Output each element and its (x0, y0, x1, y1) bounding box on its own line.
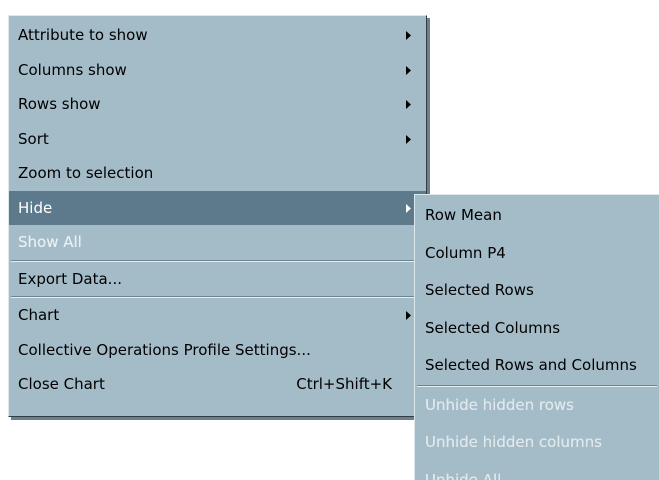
menu-item-label: Column P4 (425, 243, 506, 262)
submenu-item-unhide-hidden-rows[interactable]: Unhide hidden rows (415, 387, 659, 425)
menu-item-label: Unhide All (425, 470, 502, 480)
menu-item-columns-show[interactable]: Columns show (9, 53, 426, 88)
menu-item-hide[interactable]: Hide (9, 190, 426, 225)
menu-item-chart[interactable]: Chart (9, 298, 426, 333)
menu-item-label: Hide (18, 198, 53, 217)
submenu-item-unhide-all[interactable]: Unhide All (415, 462, 659, 480)
menu-item-label: Attribute to show (18, 26, 148, 44)
menu-item-label: Unhide hidden rows (425, 395, 574, 414)
menu-item-rows-show[interactable]: Rows show (9, 87, 426, 122)
menu-item-label: Zoom to selection (18, 164, 154, 182)
submenu-item-row-mean[interactable]: Row Mean (415, 197, 659, 235)
menu-item-label: Rows show (18, 95, 101, 113)
submenu-item-selected-columns[interactable]: Selected Columns (415, 310, 659, 348)
menu-item-collective-operations-profile-settings[interactable]: Collective Operations Profile Settings..… (9, 333, 426, 368)
keyboard-shortcut: Ctrl+Shift+K (296, 375, 392, 393)
hide-submenu: Row Mean Column P4 Selected Rows Selecte… (414, 194, 659, 480)
menu-item-close-chart[interactable]: Close Chart Ctrl+Shift+K (9, 367, 426, 402)
menu-item-label: Sort (18, 129, 49, 148)
menu-item-label: Close Chart (18, 375, 105, 393)
menu-item-label: Chart (18, 306, 60, 324)
submenu-item-selected-rows-and-columns[interactable]: Selected Rows and Columns (415, 347, 659, 385)
menu-item-label: Export Data... (18, 269, 122, 288)
screen: Attribute to show Columns show Rows show… (0, 0, 659, 480)
menu-item-label: Collective Operations Profile Settings..… (18, 340, 311, 359)
menu-item-show-all[interactable]: Show All (9, 225, 426, 260)
menu-item-zoom-to-selection[interactable]: Zoom to selection (9, 156, 426, 191)
context-menu: Attribute to show Columns show Rows show… (8, 15, 427, 417)
menu-item-label: Unhide hidden columns (425, 433, 602, 451)
menu-item-attribute-to-show[interactable]: Attribute to show (9, 18, 426, 53)
submenu-item-unhide-hidden-columns[interactable]: Unhide hidden columns (415, 424, 659, 462)
menu-item-label: Columns show (18, 60, 127, 79)
menu-item-sort[interactable]: Sort (9, 122, 426, 157)
menu-item-label: Show All (18, 233, 82, 251)
menu-item-label: Selected Columns (425, 318, 561, 337)
submenu-item-selected-rows[interactable]: Selected Rows (415, 272, 659, 310)
menu-item-label: Selected Rows (425, 281, 534, 299)
menu-item-label: Selected Rows and Columns (425, 356, 637, 374)
menu-item-label: Row Mean (425, 206, 502, 224)
submenu-item-column-p4[interactable]: Column P4 (415, 235, 659, 273)
menu-item-export-data[interactable]: Export Data... (9, 262, 426, 297)
